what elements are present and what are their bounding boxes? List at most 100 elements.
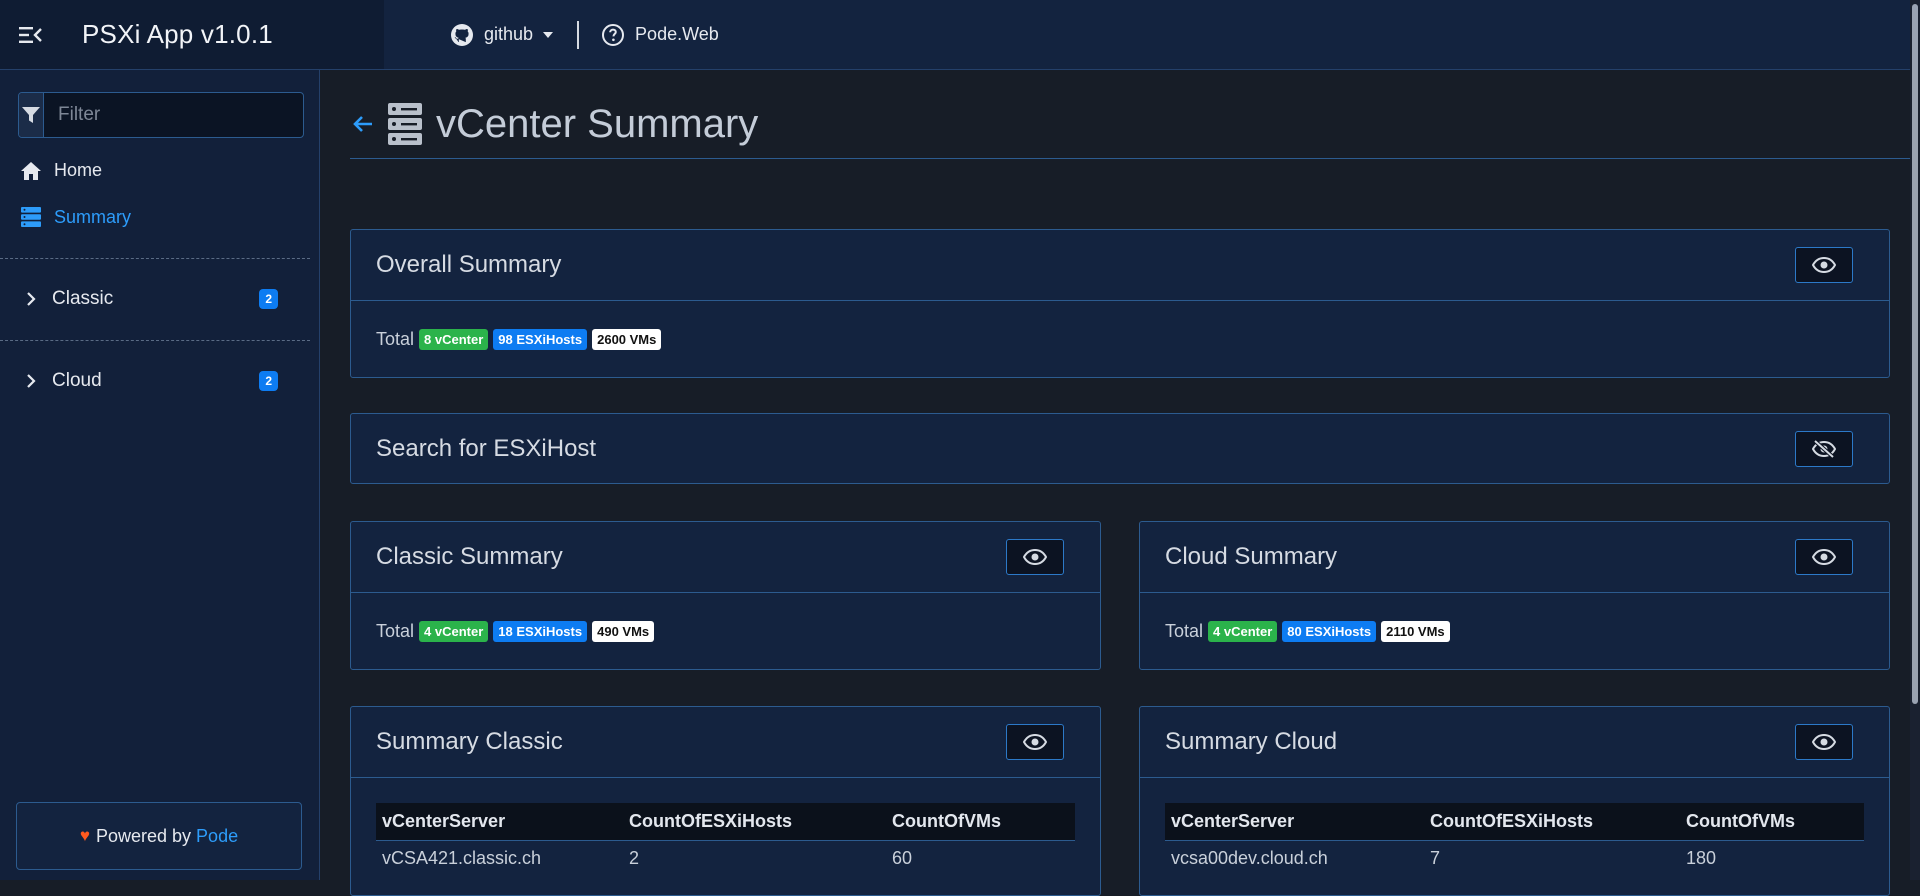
sidebar-group-classic[interactable]: Classic 2 bbox=[26, 288, 278, 310]
vcenter-count-badge: 8 vCenter bbox=[419, 329, 489, 350]
filter-icon bbox=[22, 107, 40, 123]
card-title: Summary Cloud bbox=[1165, 728, 1338, 755]
toggle-visibility-button[interactable] bbox=[1006, 539, 1064, 575]
scrollbar-thumb[interactable] bbox=[1912, 4, 1918, 704]
table-cell: vcsa00dev.cloud.ch bbox=[1171, 848, 1328, 869]
total-label: Total bbox=[376, 621, 415, 641]
column-header[interactable]: vCenterServer bbox=[376, 803, 623, 841]
table-cell: 7 bbox=[1430, 848, 1441, 869]
filter-icon-cell bbox=[19, 93, 44, 137]
app-title: PSXi App v1.0.1 bbox=[82, 19, 273, 49]
table-cell: vCSA421.classic.ch bbox=[382, 848, 542, 869]
pode-web-label: Pode.Web bbox=[635, 24, 719, 44]
back-arrow-icon[interactable] bbox=[352, 114, 374, 134]
card-title: Classic Summary bbox=[376, 543, 563, 570]
card-title: Overall Summary bbox=[376, 251, 562, 278]
totals-row: Total 4 vCenter 18 ESXiHosts 490 VMs bbox=[376, 593, 1075, 670]
nav-separator bbox=[577, 20, 580, 49]
summary-cloud-card: Summary Cloud vCenterServer CountOfESXiH… bbox=[1139, 706, 1890, 896]
github-label: github bbox=[484, 24, 534, 44]
sidebar-item-home[interactable]: Home bbox=[20, 160, 102, 181]
esxi-hosts-count-badge: 18 ESXiHosts bbox=[493, 621, 588, 642]
card-title: Summary Classic bbox=[376, 728, 563, 755]
chevron-right-icon bbox=[27, 292, 36, 306]
github-dropdown[interactable]: github bbox=[450, 23, 554, 47]
overall-summary-card: Overall Summary Total 8 vCenter 98 ESXiH… bbox=[350, 229, 1890, 378]
esxi-hosts-count-badge: 98 ESXiHosts bbox=[493, 329, 588, 350]
sidebar-item-home-label: Home bbox=[54, 160, 103, 180]
sidebar-filter bbox=[18, 92, 304, 138]
toggle-visibility-button[interactable] bbox=[1795, 724, 1853, 760]
table-header-row: vCenterServer CountOfESXiHosts CountOfVM… bbox=[1165, 803, 1864, 841]
classic-summary-card: Classic Summary Total 4 vCenter 18 ESXiH… bbox=[350, 521, 1101, 670]
total-label: Total bbox=[1165, 621, 1204, 641]
toggle-visibility-button[interactable] bbox=[1795, 247, 1853, 283]
heart-icon: ♥ bbox=[79, 826, 90, 845]
summary-classic-card: Summary Classic vCenterServer CountOfESX… bbox=[350, 706, 1101, 896]
sidebar-group-cloud-label: Cloud bbox=[52, 370, 102, 391]
table-cell: 60 bbox=[892, 848, 913, 869]
main-content: vCenter Summary Overall Summary Total 8 … bbox=[320, 70, 1910, 896]
toggle-visibility-button[interactable] bbox=[1795, 539, 1853, 575]
vms-count-badge: 2110 VMs bbox=[1381, 621, 1450, 642]
esxi-hosts-count-badge: 80 ESXiHosts bbox=[1282, 621, 1377, 642]
toggle-visibility-button[interactable] bbox=[1006, 724, 1064, 760]
eye-icon bbox=[1812, 257, 1836, 273]
table-cell: 2 bbox=[629, 848, 640, 869]
chevron-right-icon bbox=[27, 374, 36, 388]
page-header: vCenter Summary bbox=[350, 90, 1910, 159]
card-title: Search for ESXiHost bbox=[376, 435, 597, 462]
eye-slash-icon bbox=[1812, 440, 1836, 458]
count-badge: 2 bbox=[259, 371, 278, 391]
page-title: vCenter Summary bbox=[436, 101, 759, 146]
totals-row: Total 4 vCenter 80 ESXiHosts 2110 VMs bbox=[1165, 593, 1864, 670]
eye-icon bbox=[1023, 549, 1047, 565]
github-icon bbox=[451, 23, 473, 46]
sidebar-item-summary[interactable]: Summary bbox=[20, 206, 131, 228]
column-header[interactable]: CountOfESXiHosts bbox=[1424, 803, 1680, 841]
menu-toggle-button[interactable] bbox=[0, 0, 62, 69]
toggle-visibility-button[interactable] bbox=[1795, 431, 1853, 467]
nav-links: github Pode.Web bbox=[450, 20, 719, 49]
vms-count-badge: 2600 VMs bbox=[592, 329, 662, 350]
vms-count-badge: 490 VMs bbox=[592, 621, 655, 642]
caret-down-icon bbox=[543, 31, 554, 38]
server-icon bbox=[21, 207, 41, 227]
table-row: vCSA421.classic.ch 2 60 bbox=[376, 840, 1075, 877]
sidebar-divider bbox=[0, 340, 310, 341]
summary-cloud-table: vCenterServer CountOfESXiHosts CountOfVM… bbox=[1165, 803, 1864, 877]
cloud-summary-card: Cloud Summary Total 4 vCenter 80 ESXiHos… bbox=[1139, 521, 1890, 670]
total-label: Total bbox=[376, 329, 415, 349]
sidebar-filter-input[interactable] bbox=[44, 93, 303, 137]
page-scrollbar[interactable] bbox=[1910, 0, 1920, 880]
powered-by-text: Powered by bbox=[95, 825, 192, 846]
help-circle-icon bbox=[602, 23, 625, 46]
card-title: Cloud Summary bbox=[1165, 543, 1338, 570]
table-cell: 180 bbox=[1686, 848, 1717, 869]
pode-web-link[interactable]: Pode.Web bbox=[601, 23, 719, 47]
sidebar-group-cloud[interactable]: Cloud 2 bbox=[26, 370, 278, 392]
count-badge: 2 bbox=[259, 289, 278, 309]
search-esxihost-card: Search for ESXiHost bbox=[350, 413, 1890, 484]
sidebar-group-classic-label: Classic bbox=[52, 288, 114, 309]
pode-link[interactable]: Pode bbox=[196, 826, 238, 847]
vcenter-count-badge: 4 vCenter bbox=[1208, 621, 1278, 642]
eye-icon bbox=[1812, 549, 1836, 565]
column-header[interactable]: CountOfESXiHosts bbox=[623, 803, 886, 841]
top-navbar: PSXi App v1.0.1 github Pode.Web bbox=[0, 0, 1920, 70]
server-icon bbox=[388, 103, 422, 145]
column-header[interactable]: CountOfVMs bbox=[886, 803, 1075, 841]
eye-icon bbox=[1023, 734, 1047, 750]
column-header[interactable]: vCenterServer bbox=[1165, 803, 1424, 841]
sidebar-item-summary-label: Summary bbox=[54, 206, 132, 227]
menu-collapse-icon bbox=[19, 26, 42, 43]
totals-row: Total 8 vCenter 98 ESXiHosts 2600 VMs bbox=[376, 301, 1864, 378]
sidebar-divider bbox=[0, 258, 310, 259]
column-header[interactable]: CountOfVMs bbox=[1680, 803, 1864, 841]
powered-by-footer: ♥ Powered by Pode bbox=[16, 802, 302, 870]
eye-icon bbox=[1812, 734, 1836, 750]
home-icon bbox=[21, 161, 41, 180]
table-header-row: vCenterServer CountOfESXiHosts CountOfVM… bbox=[376, 803, 1075, 841]
vcenter-count-badge: 4 vCenter bbox=[419, 621, 489, 642]
summary-classic-table: vCenterServer CountOfESXiHosts CountOfVM… bbox=[376, 803, 1075, 877]
